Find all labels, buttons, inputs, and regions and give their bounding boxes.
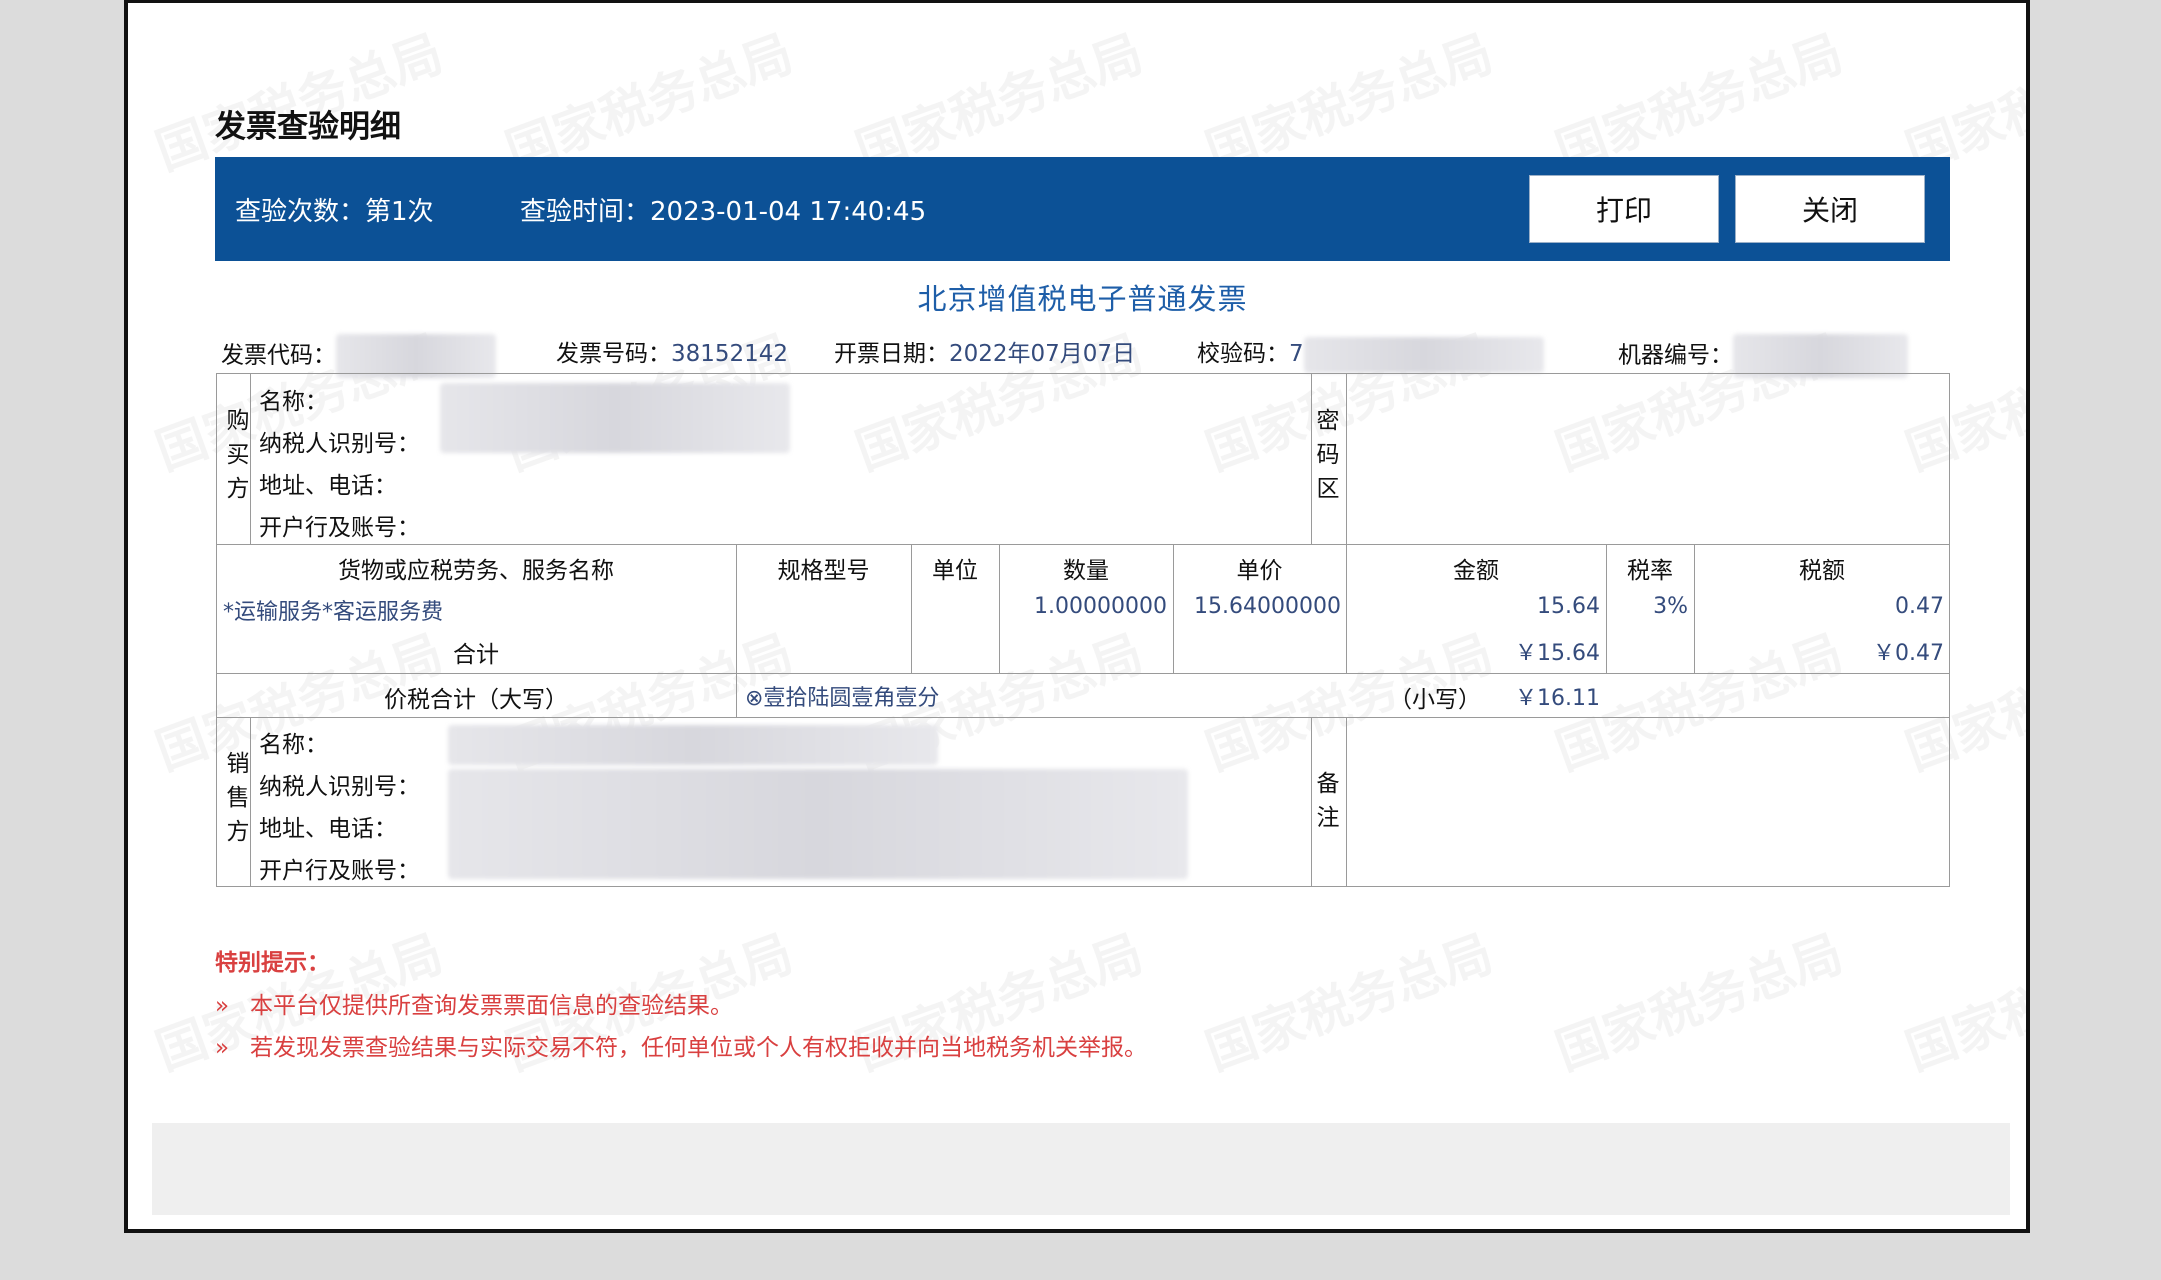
grand-total-lowercase-label: （小写） [1389,687,1481,713]
buyer-side-label: 购买方 [226,408,250,502]
buyer-bank-label: 开户行及账号： [259,515,420,541]
invoice-date: 开票日期：2022年07月07日 [834,334,1135,368]
redacted-machine-number [1733,334,1908,378]
item-name: *运输服务*客运服务费 [223,600,444,625]
total-label: 合计 [453,642,499,668]
header-tax-rate: 税率 [1627,558,1673,584]
item-amount: 15.64 [1537,594,1600,619]
notice-text: 本平台仅提供所查询发票票面信息的查验结果。 [250,993,733,1019]
divider [1311,717,1312,887]
query-count: 查验次数：第1次 [235,197,434,227]
invoice-date-value: 2022年07月07日 [949,341,1136,367]
redacted-seller-name [448,725,938,765]
divider [250,717,251,887]
item-tax-rate: 3% [1653,594,1688,619]
query-info-bar: 查验次数：第1次 查验时间：2023-01-04 17:40:45 打印 关闭 [215,157,1950,261]
notice-text: 若发现发票查验结果与实际交易不符，任何单位或个人有权拒收并向当地税务机关举报。 [250,1035,1147,1061]
machine-number: 机器编号： [1618,334,1908,378]
print-button[interactable]: 打印 [1529,175,1719,243]
bullet-icon: » [215,1035,230,1061]
check-code-prefix: 7 [1289,341,1304,367]
check-code-label: 校验码： [1197,341,1289,367]
item-unit-price: 15.64000000 [1194,594,1341,619]
seller-bank-label: 开户行及账号： [259,858,420,884]
header-unit: 单位 [932,558,978,584]
footer-band [152,1123,2010,1215]
query-time: 查验时间：2023-01-04 17:40:45 [520,197,927,227]
invoice-title: 北京增值税电子普通发票 [917,282,1248,316]
divider [216,717,1950,718]
invoice-code: 发票代码： [221,334,496,378]
item-quantity: 1.00000000 [1034,594,1167,619]
divider [216,673,1950,674]
invoice-date-label: 开票日期： [834,341,949,367]
grand-total-label: 价税合计（大写） [384,687,568,713]
divider [1346,373,1347,544]
divider [736,673,737,717]
watermark-text: 国家税务总局 [1198,924,1501,1082]
invoice-number: 发票号码：38152142 [556,334,788,368]
invoice-detail-window: 国家税务总局 国家税务总局 国家税务总局 国家税务总局 国家税务总局 国家税务总局 国家税务… [124,0,2030,1233]
redacted-invoice-code [336,334,496,378]
divider [250,373,251,544]
header-tax-amount: 税额 [1799,558,1845,584]
seller-address-label: 地址、电话： [259,816,397,842]
seller-name-label: 名称： [259,732,328,758]
invoice-number-label: 发票号码： [556,341,671,367]
header-amount: 金额 [1453,558,1499,584]
page-title: 发票查验明细 [215,109,401,145]
buyer-tax-id-label: 纳税人识别号： [259,431,420,457]
divider [1346,717,1347,887]
redacted-seller-info [448,769,1188,879]
machine-number-label: 机器编号： [1618,342,1733,369]
watermark-text: 国家税务总局 [1898,924,2030,1082]
bullet-icon: » [215,993,230,1019]
total-amount: ￥15.64 [1515,641,1600,666]
seller-side-label: 销售方 [226,751,250,845]
watermark-text: 国家税务总局 [1548,924,1851,1082]
header-goods-name: 货物或应税劳务、服务名称 [338,558,614,584]
header-unit-price: 单价 [1236,558,1283,584]
notice-item: » 本平台仅提供所查询发票票面信息的查验结果。 [215,986,733,1020]
redacted-buyer-info [440,383,790,453]
password-area-label: 密码区 [1316,408,1340,502]
remark-label: 备注 [1316,771,1340,831]
notice-item: » 若发现发票查验结果与实际交易不符，任何单位或个人有权拒收并向当地税务机关举报。 [215,1028,1147,1062]
invoice-number-value: 38152142 [671,341,789,367]
check-code: 校验码：7 [1197,334,1544,373]
total-tax-amount: ￥0.47 [1873,641,1944,666]
divider [216,544,1950,545]
redacted-check-code [1303,336,1544,373]
grand-total-lowercase-value: ￥16.11 [1515,686,1600,711]
divider [1311,373,1312,544]
notice-title: 特别提示： [215,950,330,976]
item-tax-amount: 0.47 [1895,594,1944,619]
buyer-name-label: 名称： [259,389,328,415]
header-quantity: 数量 [1063,558,1109,584]
close-button[interactable]: 关闭 [1735,175,1925,243]
grand-total-uppercase: ⊗壹拾陆圆壹角壹分 [745,686,940,711]
invoice-code-label: 发票代码： [221,342,336,369]
buyer-address-label: 地址、电话： [259,473,397,499]
seller-tax-id-label: 纳税人识别号： [259,774,420,800]
header-spec: 规格型号 [777,558,870,584]
